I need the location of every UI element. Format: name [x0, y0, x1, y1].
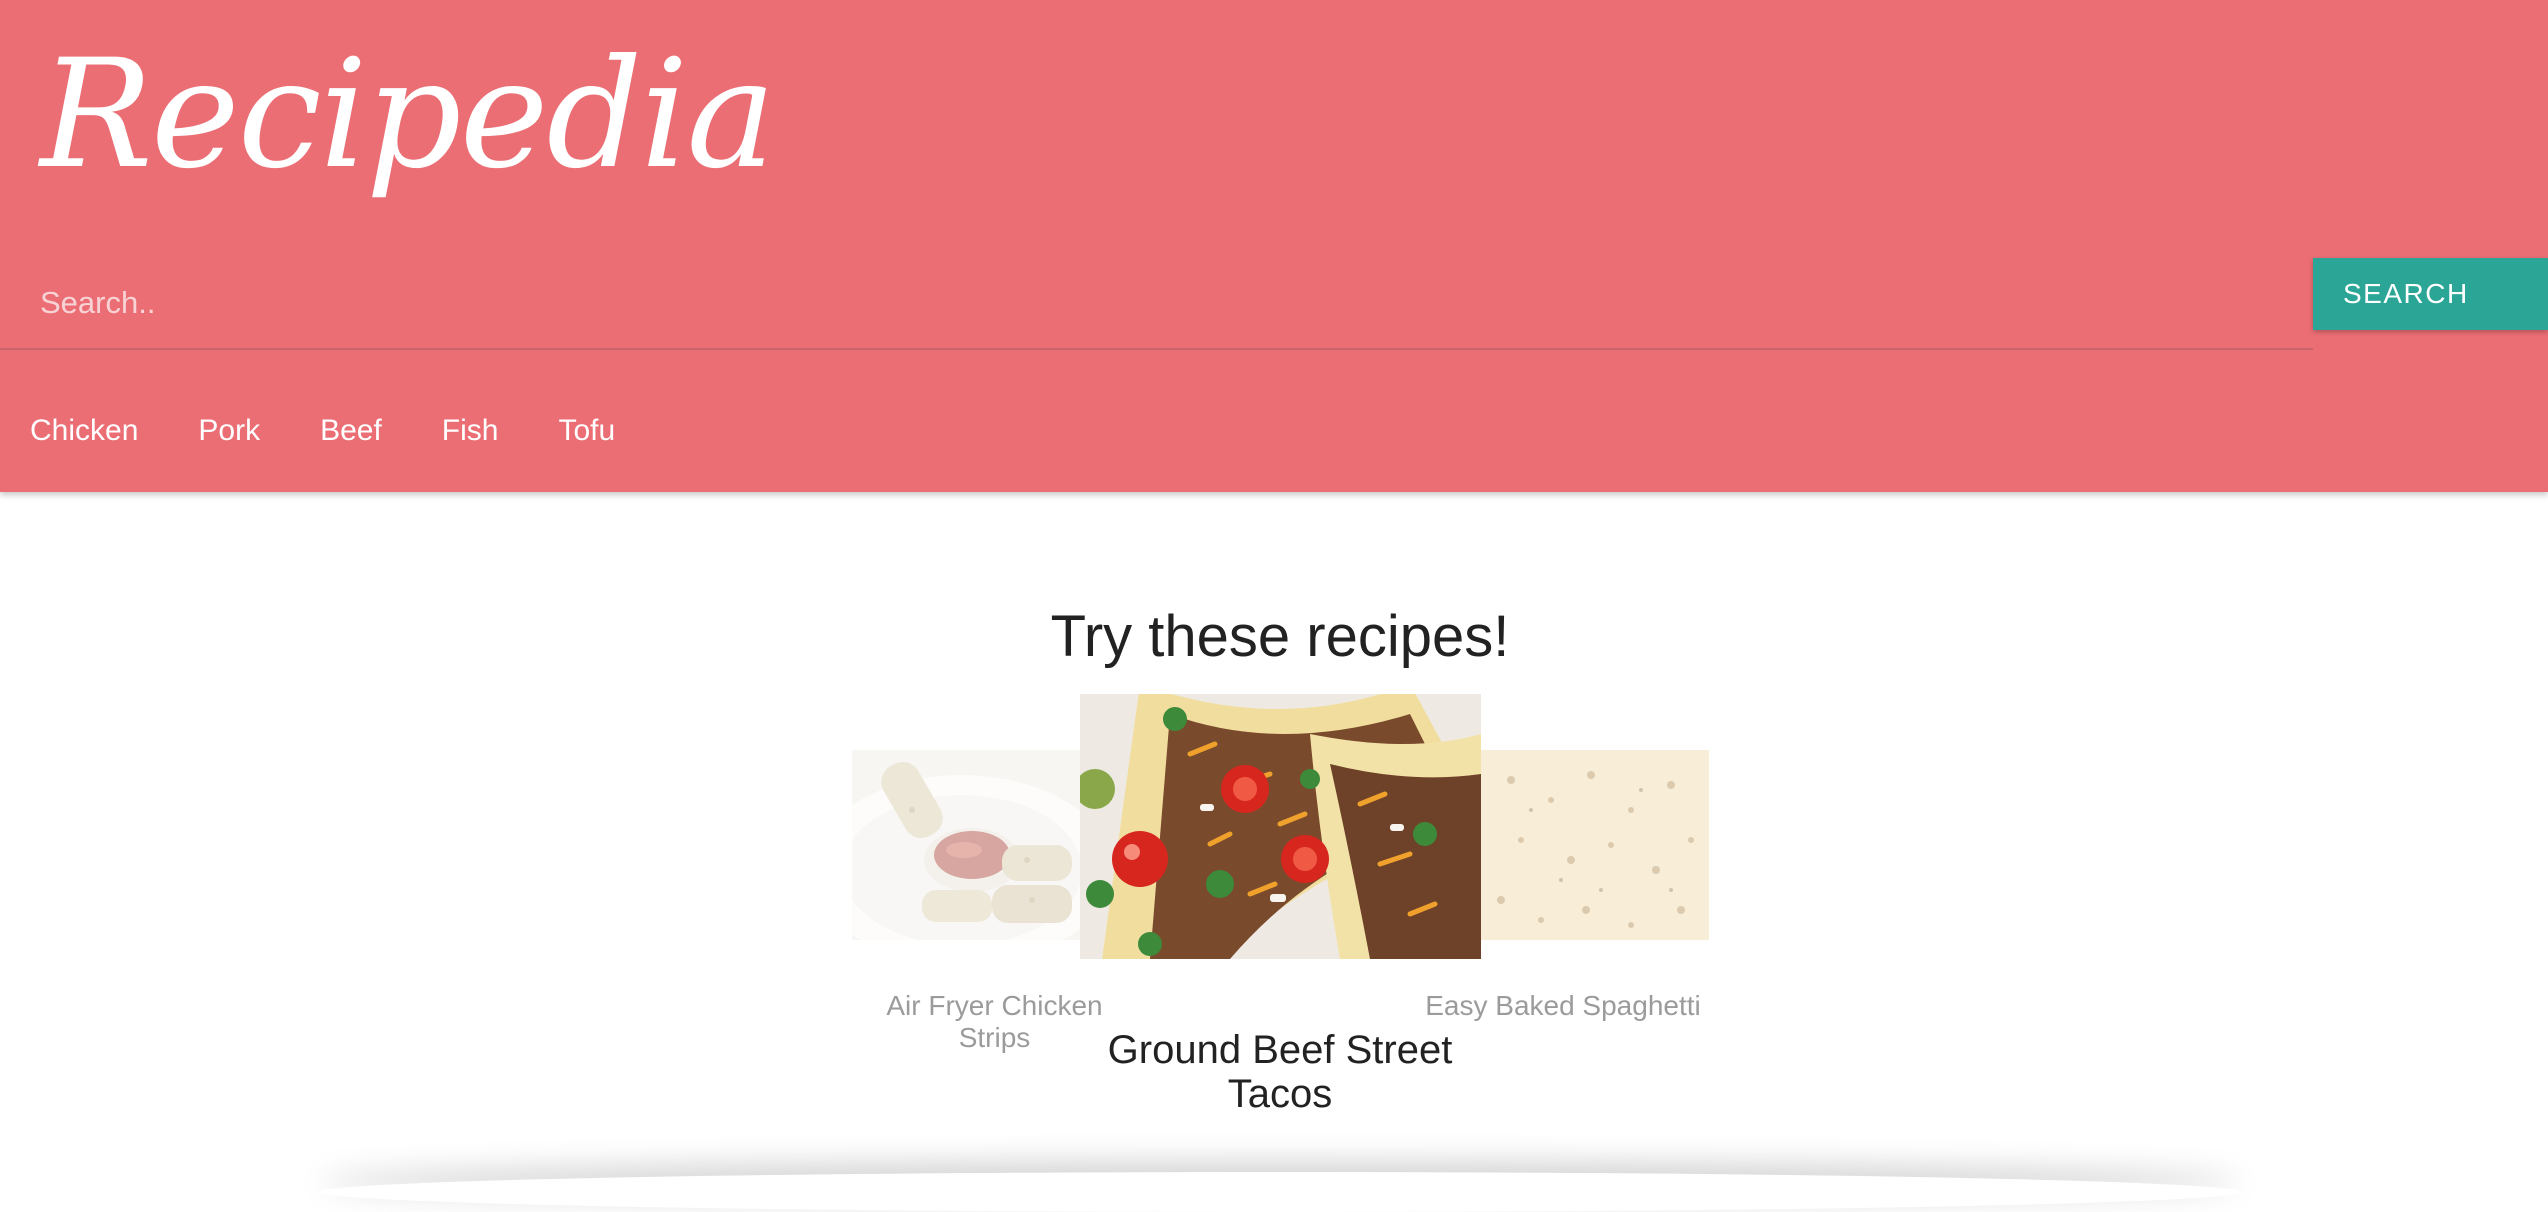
category-pork[interactable]: Pork	[198, 414, 260, 448]
carousel-caption-previous[interactable]: Air Fryer Chicken Strips	[872, 990, 1117, 1054]
search-input[interactable]	[0, 258, 2313, 350]
category-fish[interactable]: Fish	[442, 414, 499, 448]
baked-spaghetti-image	[1481, 750, 1709, 940]
site-logo[interactable]: Recipedia	[40, 30, 776, 200]
search-button[interactable]: SEARCH	[2313, 258, 2548, 330]
carousel-card-active[interactable]	[1080, 694, 1481, 959]
carousel-card-previous[interactable]	[852, 750, 1080, 940]
footer-shadow	[320, 1172, 2240, 1212]
category-tofu[interactable]: Tofu	[558, 414, 615, 448]
search-bar: SEARCH	[0, 258, 2548, 350]
site-header: Recipedia SEARCH Chicken Pork Beef Fish …	[0, 0, 2548, 492]
carousel-caption-active[interactable]: Ground Beef Street Tacos	[1085, 1028, 1475, 1116]
category-nav: Chicken Pork Beef Fish Tofu	[0, 400, 675, 462]
category-beef[interactable]: Beef	[320, 414, 382, 448]
category-chicken[interactable]: Chicken	[30, 414, 138, 448]
carousel-caption-next[interactable]: Easy Baked Spaghetti	[1408, 990, 1718, 1022]
page-title: Try these recipes!	[1050, 604, 1510, 669]
carousel-card-next[interactable]	[1481, 750, 1709, 940]
tacos-image	[1080, 694, 1481, 959]
chicken-strips-image	[852, 750, 1080, 940]
